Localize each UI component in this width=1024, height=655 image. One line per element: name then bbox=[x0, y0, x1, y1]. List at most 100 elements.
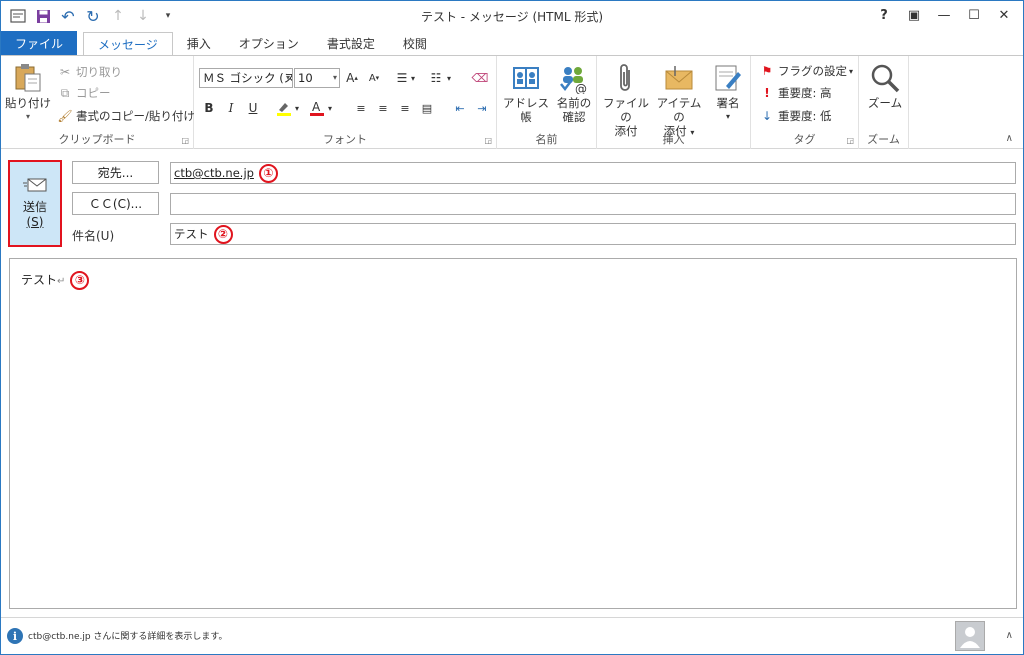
check-names-label-2: 確認 bbox=[562, 110, 586, 124]
underline-button[interactable]: U bbox=[243, 98, 263, 118]
cc-field[interactable] bbox=[170, 193, 1016, 215]
title-bar: ↶ ↻ ↑ ↓ ▾ テスト - メッセージ (HTML 形式) ? ▣ — ☐ … bbox=[1, 1, 1023, 31]
tab-format-text[interactable]: 書式設定 bbox=[313, 31, 389, 55]
svg-text:A: A bbox=[312, 100, 321, 114]
ribbon-tabs: ファイル メッセージ 挿入 オプション 書式設定 校閲 bbox=[1, 31, 1023, 56]
grow-font-button[interactable]: A ▴ bbox=[342, 68, 362, 88]
collapse-ribbon-icon[interactable]: ∧ bbox=[1006, 133, 1013, 144]
insert-group-label: 挿入 bbox=[662, 133, 685, 146]
send-accesskey-label: (S) bbox=[26, 214, 44, 229]
signature-label: 署名 bbox=[716, 96, 740, 110]
clipboard-group-label: クリップボード bbox=[58, 133, 136, 146]
paste-dropdown-icon: ▾ bbox=[25, 112, 30, 121]
signature-icon bbox=[715, 65, 741, 91]
tab-message[interactable]: メッセージ bbox=[83, 32, 173, 56]
cut-label: 切り取り bbox=[76, 65, 122, 79]
bullets-dropdown-icon[interactable]: ▾ bbox=[408, 68, 418, 88]
low-importance-label: 重要度: 低 bbox=[778, 109, 832, 123]
format-painter-label: 書式のコピー/貼り付け bbox=[76, 109, 195, 123]
tags-group-label: タグ bbox=[793, 133, 816, 146]
font-size-combo[interactable]: 10 ▾ bbox=[294, 68, 340, 88]
align-left-button[interactable]: ≡ bbox=[351, 98, 371, 118]
svg-text:@: @ bbox=[575, 82, 587, 94]
low-importance-button[interactable]: ↓ 重要度: 低 bbox=[759, 106, 832, 126]
to-recipient[interactable]: ctb@ctb.ne.jp bbox=[174, 166, 254, 180]
cc-button[interactable]: ＣＣ(C)... bbox=[72, 192, 159, 215]
attach-file-label-1: ファイルの bbox=[603, 96, 649, 124]
increase-indent-button[interactable]: ⇥ bbox=[472, 98, 492, 118]
numbering-button[interactable]: ☷ bbox=[426, 68, 446, 88]
minimize-button[interactable]: — bbox=[929, 4, 959, 26]
signature-button[interactable]: 署名 ▾ bbox=[707, 62, 749, 124]
high-importance-icon: ! bbox=[764, 86, 770, 100]
tags-launcher-icon[interactable]: ◲ bbox=[846, 136, 854, 145]
subject-field[interactable]: テスト ② bbox=[170, 223, 1016, 245]
clear-formatting-button[interactable]: ⌫ bbox=[470, 68, 490, 88]
flag-icon: ⚑ bbox=[761, 64, 773, 78]
bold-button[interactable]: B bbox=[199, 98, 219, 118]
names-group-label: 名前 bbox=[535, 133, 558, 146]
copy-button[interactable]: ⧉ コピー bbox=[57, 83, 111, 103]
copy-label: コピー bbox=[76, 86, 111, 100]
paperclip-icon bbox=[620, 64, 630, 91]
tags-group: ⚑ フラグの設定 ▾ ! 重要度: 高 ↓ 重要度: 低 タグ ◲ bbox=[751, 56, 859, 149]
to-field[interactable]: ctb@ctb.ne.jp ① bbox=[170, 162, 1016, 184]
high-importance-label: 重要度: 高 bbox=[778, 86, 832, 100]
align-right-button[interactable]: ≡ bbox=[395, 98, 415, 118]
decrease-indent-button[interactable]: ⇤ bbox=[450, 98, 470, 118]
help-button[interactable]: ? bbox=[869, 4, 899, 26]
attach-item-label-1: アイテムの bbox=[656, 96, 702, 124]
clipboard-launcher-icon[interactable]: ◲ bbox=[181, 136, 189, 145]
tab-options[interactable]: オプション bbox=[225, 31, 313, 55]
font-launcher-icon[interactable]: ◲ bbox=[484, 136, 492, 145]
tab-review[interactable]: 校閲 bbox=[389, 31, 441, 55]
follow-up-flag-button[interactable]: ⚑ フラグの設定 ▾ bbox=[759, 61, 853, 81]
clipboard-group: 貼り付け ▾ ✂ 切り取り ⧉ コピー 🖌 書式のコピー/貼り付け クリップボー… bbox=[1, 56, 195, 149]
message-window: ↶ ↻ ↑ ↓ ▾ テスト - メッセージ (HTML 形式) ? ▣ — ☐ … bbox=[0, 0, 1024, 655]
annotation-marker-3: ③ bbox=[70, 271, 90, 290]
check-names-button[interactable]: @ 名前の 確認 bbox=[553, 62, 595, 124]
font-name-combo[interactable]: ＭＳ ゴシック (ス ▾ bbox=[199, 68, 293, 88]
numbering-dropdown-icon[interactable]: ▾ bbox=[444, 68, 454, 88]
send-button[interactable]: 送信 (S) bbox=[8, 160, 62, 247]
maximize-button[interactable]: ☐ bbox=[959, 4, 989, 26]
address-book-button[interactable]: アドレス帳 bbox=[501, 62, 551, 124]
body-text: テスト bbox=[21, 273, 58, 287]
send-envelope-icon bbox=[23, 178, 47, 191]
highlight-dropdown-icon[interactable]: ▾ bbox=[292, 98, 302, 118]
cut-button[interactable]: ✂ 切り取り bbox=[57, 62, 122, 82]
insert-group: ファイルの 添付 アイテムの 添付 ▾ 署名 ▾ 挿入 bbox=[597, 56, 751, 149]
shrink-font-button[interactable]: A ▾ bbox=[364, 68, 384, 88]
justify-button[interactable]: ▤ bbox=[417, 98, 437, 118]
signature-dropdown-icon: ▾ bbox=[725, 112, 730, 121]
people-info-text[interactable]: ctb@ctb.ne.jp さんに関する詳細を表示します。 bbox=[28, 629, 228, 642]
attach-file-button[interactable]: ファイルの 添付 bbox=[601, 62, 651, 138]
paste-button[interactable]: 貼り付け ▾ bbox=[5, 62, 51, 124]
message-body[interactable]: テスト↵ ③ bbox=[9, 258, 1017, 609]
close-button[interactable]: ✕ bbox=[989, 4, 1019, 26]
font-name-dropdown-icon: ▾ bbox=[285, 73, 290, 82]
contact-avatar[interactable] bbox=[955, 621, 985, 651]
zoom-button[interactable]: ズーム bbox=[863, 62, 907, 110]
address-book-label: アドレス帳 bbox=[503, 96, 549, 124]
window-controls: ? ▣ — ☐ ✕ bbox=[869, 4, 1019, 26]
font-color-button[interactable]: A bbox=[307, 98, 327, 118]
font-color-dropdown-icon[interactable]: ▾ bbox=[325, 98, 335, 118]
ribbon-display-options-button[interactable]: ▣ bbox=[899, 4, 929, 26]
align-center-button[interactable]: ≡ bbox=[373, 98, 393, 118]
zoom-group-label: ズーム bbox=[867, 133, 900, 146]
highlight-button[interactable] bbox=[274, 98, 294, 118]
names-group: アドレス帳 @ 名前の 確認 名前 bbox=[497, 56, 597, 149]
tab-file[interactable]: ファイル bbox=[1, 31, 78, 55]
paste-label: 貼り付け bbox=[5, 96, 51, 110]
high-importance-button[interactable]: ! 重要度: 高 bbox=[759, 83, 832, 103]
annotation-marker-2: ② bbox=[213, 225, 233, 244]
expand-people-pane-icon[interactable]: ∧ bbox=[1006, 630, 1013, 641]
italic-button[interactable]: I bbox=[221, 98, 241, 118]
attach-item-button[interactable]: アイテムの 添付 ▾ bbox=[653, 62, 705, 140]
tab-insert[interactable]: 挿入 bbox=[173, 31, 225, 55]
to-button[interactable]: 宛先... bbox=[72, 161, 159, 184]
format-painter-button[interactable]: 🖌 書式のコピー/貼り付け bbox=[57, 106, 195, 126]
flag-dropdown-icon: ▾ bbox=[849, 66, 854, 76]
font-size-dropdown-icon: ▾ bbox=[332, 73, 337, 82]
